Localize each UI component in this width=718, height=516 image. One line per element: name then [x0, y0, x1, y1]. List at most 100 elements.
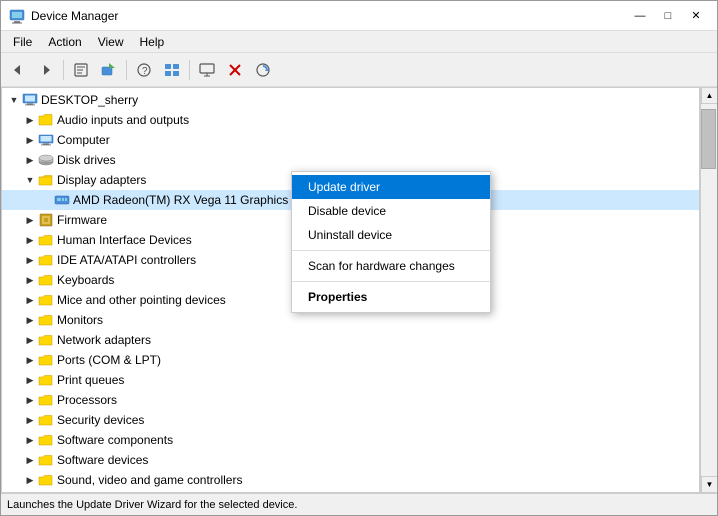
back-button[interactable] — [5, 57, 31, 83]
maximize-button[interactable]: □ — [655, 5, 681, 27]
delete-tb-button[interactable] — [222, 57, 248, 83]
menu-file[interactable]: File — [5, 33, 40, 51]
scroll-up-button[interactable]: ▲ — [701, 87, 717, 104]
tree-label-keyboards: Keyboards — [57, 273, 114, 287]
ctx-update-driver[interactable]: Update driver — [292, 175, 490, 199]
monitor-tb-button[interactable] — [194, 57, 220, 83]
tree-item-root[interactable]: ▼ DESKTOP_sherry — [2, 90, 699, 110]
tree-label-software-dev: Software devices — [57, 453, 148, 467]
device-manager-window: Device Manager — □ ✕ File Action View He… — [0, 0, 718, 516]
processors-icon — [38, 392, 54, 408]
scroll-down-button[interactable]: ▼ — [701, 476, 717, 493]
update-driver-tb-button[interactable] — [96, 57, 122, 83]
firmware-icon — [38, 212, 54, 228]
tree-item-printq[interactable]: ▶ Print queues — [2, 370, 699, 390]
tree-item-disk[interactable]: ▶ Disk drives — [2, 150, 699, 170]
app-icon — [9, 8, 25, 24]
tree-item-monitors[interactable]: ▶ Monitors — [2, 310, 699, 330]
tree-label-hid: Human Interface Devices — [57, 233, 192, 247]
context-menu: Update driver Disable device Uninstall d… — [291, 171, 491, 313]
title-bar-left: Device Manager — [9, 8, 118, 24]
window-title: Device Manager — [31, 9, 118, 23]
ctx-uninstall-device[interactable]: Uninstall device — [292, 223, 490, 247]
tree-label-display: Display adapters — [57, 173, 146, 187]
tree-item-software-dev[interactable]: ▶ Software devices — [2, 450, 699, 470]
tree-item-security[interactable]: ▶ Security devices — [2, 410, 699, 430]
ctx-disable-device[interactable]: Disable device — [292, 199, 490, 223]
expander-monitors[interactable]: ▶ — [22, 312, 38, 328]
tree-label-root: DESKTOP_sherry — [41, 93, 138, 107]
expander-sound[interactable]: ▶ — [22, 472, 38, 488]
close-button[interactable]: ✕ — [683, 5, 709, 27]
tree-item-audio[interactable]: ▶ Audio inputs and outputs — [2, 110, 699, 130]
expander-network[interactable]: ▶ — [22, 332, 38, 348]
tree-item-storage[interactable]: ▶ Storage controllers — [2, 490, 699, 493]
menu-view[interactable]: View — [90, 33, 132, 51]
expander-ports[interactable]: ▶ — [22, 352, 38, 368]
expander-computer[interactable]: ▶ — [22, 132, 38, 148]
expander-firmware[interactable]: ▶ — [22, 212, 38, 228]
network-icon — [38, 332, 54, 348]
tree-label-network: Network adapters — [57, 333, 151, 347]
tree-item-computer[interactable]: ▶ Computer — [2, 130, 699, 150]
expander-storage[interactable]: ▶ — [22, 492, 38, 493]
device-view-tb-button[interactable] — [159, 57, 185, 83]
software-dev-icon — [38, 452, 54, 468]
tree-label-processors: Processors — [57, 393, 117, 407]
expander-root[interactable]: ▼ — [6, 92, 22, 108]
mice-icon — [38, 292, 54, 308]
ports-icon — [38, 352, 54, 368]
menu-help[interactable]: Help — [132, 33, 173, 51]
ctx-properties[interactable]: Properties — [292, 285, 490, 309]
svg-text:?: ? — [142, 66, 148, 77]
expander-keyboards[interactable]: ▶ — [22, 272, 38, 288]
forward-button[interactable] — [33, 57, 59, 83]
expander-software-dev[interactable]: ▶ — [22, 452, 38, 468]
scroll-track[interactable] — [701, 104, 717, 476]
tree-label-ide: IDE ATA/ATAPI controllers — [57, 253, 196, 267]
help-tb-button[interactable]: ? — [131, 57, 157, 83]
tree-item-processors[interactable]: ▶ Processors — [2, 390, 699, 410]
content-area: ▼ DESKTOP_sherry ▶ — [1, 87, 717, 493]
software-comp-icon — [38, 432, 54, 448]
expander-ide[interactable]: ▶ — [22, 252, 38, 268]
tree-item-sound[interactable]: ▶ Sound, video and game controllers — [2, 470, 699, 490]
tree-label-firmware: Firmware — [57, 213, 107, 227]
tree-label-software-comp: Software components — [57, 433, 173, 447]
window-controls: — □ ✕ — [627, 5, 709, 27]
toolbar-separator-1 — [63, 60, 64, 80]
status-bar: Launches the Update Driver Wizard for th… — [1, 493, 717, 515]
tree-item-ports[interactable]: ▶ Ports (COM & LPT) — [2, 350, 699, 370]
scroll-thumb[interactable] — [701, 109, 716, 169]
printq-icon — [38, 372, 54, 388]
computer-icon — [22, 92, 38, 108]
ide-icon — [38, 252, 54, 268]
expander-software-comp[interactable]: ▶ — [22, 432, 38, 448]
toolbar-separator-2 — [126, 60, 127, 80]
expander-processors[interactable]: ▶ — [22, 392, 38, 408]
expander-audio[interactable]: ▶ — [22, 112, 38, 128]
tree-item-software-comp[interactable]: ▶ Software components — [2, 430, 699, 450]
ctx-scan-hardware[interactable]: Scan for hardware changes — [292, 254, 490, 278]
expander-security[interactable]: ▶ — [22, 412, 38, 428]
display-folder-icon — [38, 172, 54, 188]
menu-bar: File Action View Help — [1, 31, 717, 53]
tree-item-network[interactable]: ▶ Network adapters — [2, 330, 699, 350]
expander-mice[interactable]: ▶ — [22, 292, 38, 308]
minimize-button[interactable]: — — [627, 5, 653, 27]
properties-tb-button[interactable] — [68, 57, 94, 83]
tree-label-gpu: AMD Radeon(TM) RX Vega 11 Graphics — [73, 193, 288, 207]
menu-action[interactable]: Action — [40, 33, 89, 51]
expander-printq[interactable]: ▶ — [22, 372, 38, 388]
vertical-scrollbar[interactable]: ▲ ▼ — [700, 87, 717, 493]
hid-icon — [38, 232, 54, 248]
expander-disk[interactable]: ▶ — [22, 152, 38, 168]
security-icon — [38, 412, 54, 428]
gpu-icon — [54, 192, 70, 208]
expander-display[interactable]: ▼ — [22, 172, 38, 188]
expander-hid[interactable]: ▶ — [22, 232, 38, 248]
computer2-icon — [38, 132, 54, 148]
scan-tb-button[interactable] — [250, 57, 276, 83]
status-text: Launches the Update Driver Wizard for th… — [7, 499, 297, 511]
tree-label-monitors: Monitors — [57, 313, 103, 327]
